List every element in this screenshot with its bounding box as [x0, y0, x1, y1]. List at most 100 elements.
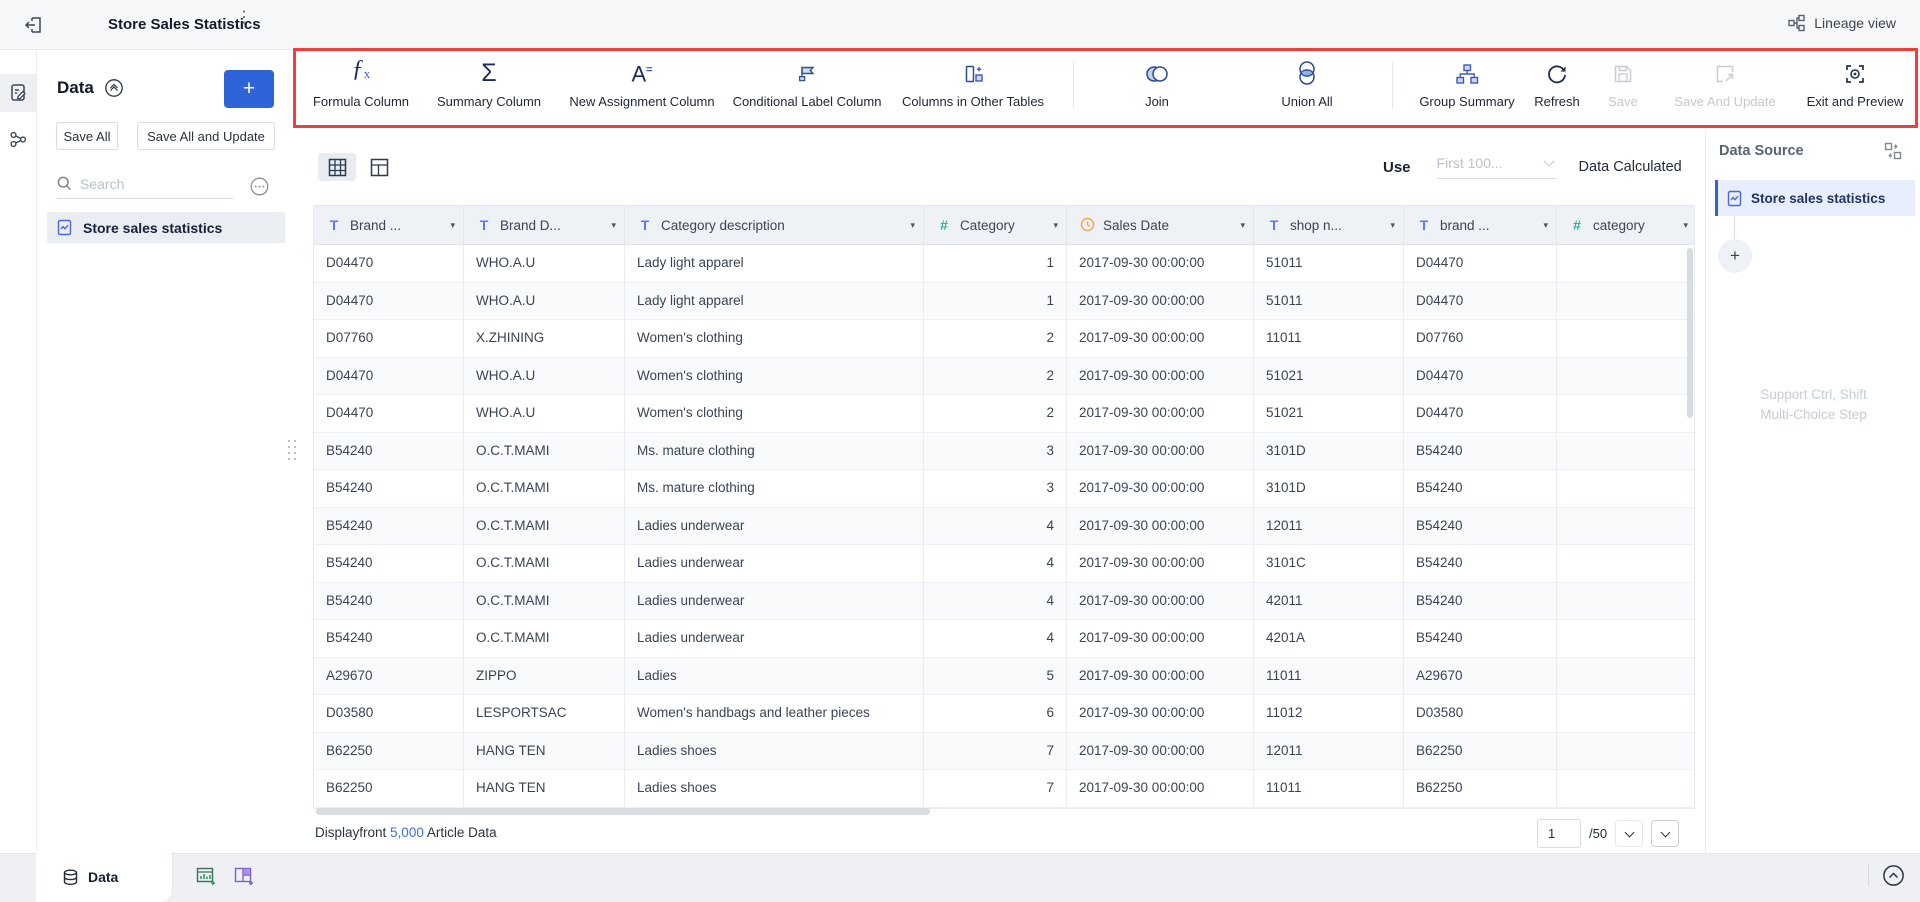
column-header-category-description[interactable]: T Category description ▾: [625, 206, 924, 244]
table-cell: 11011: [1254, 770, 1404, 807]
table-cell: [1557, 283, 1696, 320]
toolbar-item-label: Union All: [1281, 94, 1333, 109]
panel-resize-handle[interactable]: [288, 440, 297, 466]
table-cell: Ladies: [625, 657, 924, 694]
column-header-brand-d[interactable]: T Brand D... ▾: [464, 206, 625, 244]
table-row: B54240 O.C.T.MAMI Ladies underwear 4 2017-09…: [314, 507, 1694, 545]
table-cell: [1557, 770, 1696, 807]
group-summary-button[interactable]: Group Summary: [1405, 58, 1529, 109]
table-cell: 12011: [1254, 732, 1404, 769]
database-icon: [62, 869, 79, 886]
table-cell: 11011: [1254, 657, 1404, 694]
more-menu-icon[interactable]: ⋮: [236, 10, 252, 26]
table-cell: B54240: [314, 470, 464, 507]
panel-view-toggle[interactable]: [360, 153, 398, 181]
table-cell: 4: [924, 620, 1067, 657]
data-source-title: Data Source: [1719, 143, 1804, 159]
dataset-list-item[interactable]: Store sales statistics: [47, 212, 285, 243]
table-cell: 1: [924, 245, 1067, 282]
join-button[interactable]: Join: [1102, 58, 1212, 109]
text-type-icon: T: [479, 217, 489, 233]
column-header-brand[interactable]: T Brand ... ▾: [314, 206, 464, 244]
column-dropdown-caret[interactable]: ▾: [1390, 220, 1395, 231]
page-number-input[interactable]: [1537, 819, 1581, 848]
hint-line-1: Support Ctrl, Shift: [1760, 387, 1867, 402]
collapse-bottom-icon[interactable]: [1882, 864, 1905, 887]
page-down-button[interactable]: [1651, 820, 1680, 847]
refresh-button[interactable]: Refresh: [1529, 58, 1585, 109]
grid-view-toggle[interactable]: [318, 153, 356, 181]
record-count-prefix: Displayfront: [315, 825, 387, 840]
table-cell: 4201A: [1254, 620, 1404, 657]
horizontal-scrollbar[interactable]: [316, 808, 930, 815]
table-cell: Ladies underwear: [625, 545, 924, 582]
row-limit-dropdown[interactable]: First 100...: [1436, 155, 1557, 179]
search-options-icon[interactable]: [249, 176, 270, 197]
column-header-label: Brand ...: [350, 217, 402, 233]
table-cell: 5: [924, 657, 1067, 694]
add-step-button[interactable]: +: [1718, 239, 1752, 273]
table-cell: O.C.T.MAMI: [464, 470, 625, 507]
table-cell: D07760: [314, 320, 464, 357]
expand-steps-icon[interactable]: [1884, 142, 1902, 160]
table-cell: 42011: [1254, 582, 1404, 619]
table-cell: B54240: [1404, 582, 1557, 619]
bottom-bar-divider: [1868, 864, 1869, 886]
save-all-button[interactable]: Save All: [56, 122, 118, 150]
table-row: D04470 WHO.A.U Women's clothing 2 2017-09-30…: [314, 357, 1694, 395]
page-up-button[interactable]: [1615, 820, 1644, 847]
column-dropdown-caret[interactable]: ▾: [611, 220, 616, 231]
add-chart-icon[interactable]: [196, 866, 217, 887]
column-dropdown-caret[interactable]: ▾: [450, 220, 455, 231]
relation-flow-icon[interactable]: [9, 130, 28, 149]
table-cell: O.C.T.MAMI: [464, 507, 625, 544]
table-cell: Women's clothing: [625, 320, 924, 357]
source-step-item[interactable]: Store sales statistics: [1715, 180, 1915, 216]
column-dropdown-caret[interactable]: ▾: [1543, 220, 1548, 231]
table-cell: B54240: [314, 545, 464, 582]
table-cell: B54240: [1404, 620, 1557, 657]
column-dropdown-caret[interactable]: ▾: [1053, 220, 1058, 231]
table-row: B62250 HANG TEN Ladies shoes 7 2017-09-30 00…: [314, 732, 1696, 770]
table-cell: LESPORTSAC: [464, 695, 625, 732]
column-header-category[interactable]: # Category ▾: [924, 206, 1067, 244]
union-all-button[interactable]: Union All: [1252, 58, 1362, 109]
tab-data[interactable]: Data: [36, 852, 173, 902]
table-cell: B62250: [1404, 770, 1557, 807]
column-header-category[interactable]: # category ▾: [1557, 206, 1696, 244]
column-dropdown-caret[interactable]: ▾: [1240, 220, 1245, 231]
new-assignment-column-button[interactable]: A= New Assignment Column: [557, 58, 727, 109]
table-cell: [1557, 733, 1696, 770]
table-cell: Ms. mature clothing: [625, 432, 924, 469]
save-all-and-update-button[interactable]: Save All and Update: [137, 122, 275, 150]
add-dataset-button[interactable]: +: [224, 70, 274, 108]
search-box: [57, 175, 233, 199]
chevron-down-icon: [1660, 827, 1671, 837]
dataset-edit-icon[interactable]: [9, 83, 28, 102]
column-dropdown-caret[interactable]: ▾: [910, 220, 915, 231]
columns-in-other-tables-button[interactable]: Columns in Other Tables: [889, 58, 1057, 109]
table-cell: 4: [924, 507, 1067, 544]
add-dashboard-icon[interactable]: [234, 866, 255, 887]
lineage-view-button[interactable]: Lineage view: [1788, 14, 1896, 32]
collapse-circle-icon[interactable]: [104, 78, 124, 98]
conditional-label-column-button[interactable]: Conditional Label Column: [727, 58, 887, 109]
table-cell: B62250: [314, 770, 464, 807]
search-input[interactable]: [80, 175, 210, 192]
toolbar-item-label: Exit and Preview: [1806, 94, 1904, 109]
vertical-scrollbar[interactable]: [1687, 248, 1693, 418]
column-header-shop-n[interactable]: Tshop n... ▾: [1254, 206, 1404, 244]
column-dropdown-caret[interactable]: ▾: [1683, 220, 1688, 231]
table-cell: 2017-09-30 00:00:00: [1067, 245, 1254, 282]
exit-and-preview-button[interactable]: Exit and Preview: [1799, 58, 1911, 109]
formula-column-button[interactable]: ƒx Formula Column: [301, 57, 421, 109]
table-cell: D03580: [314, 695, 464, 732]
column-header-brand[interactable]: Tbrand ... ▾: [1404, 206, 1557, 244]
table-cell: D04470: [314, 357, 464, 394]
table-row: B62250 HANG TEN Ladies shoes 7 2017-09-30 00…: [314, 770, 1694, 808]
summary-column-button[interactable]: Σ Summary Column: [429, 58, 549, 110]
column-header-sales-date[interactable]: Sales Date ▾: [1067, 206, 1254, 244]
exit-editor-icon[interactable]: [24, 15, 44, 35]
table-cell: Ladies underwear: [625, 620, 924, 657]
table-cell: O.C.T.MAMI: [464, 620, 625, 657]
